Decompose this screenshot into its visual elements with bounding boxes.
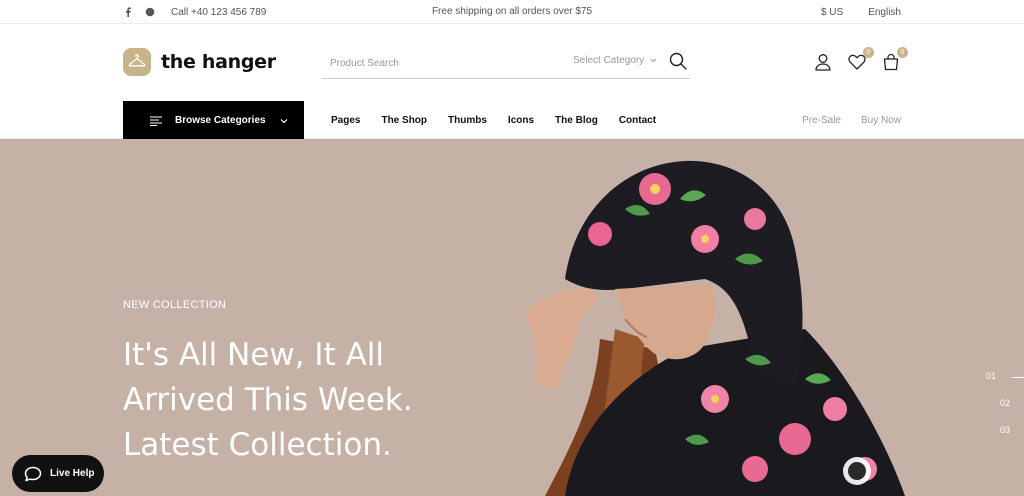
slide-dot-3[interactable]: 03 (964, 425, 1024, 452)
slide-number: 02 (999, 398, 1010, 408)
chevron-down-icon (280, 118, 288, 123)
nav-item-pages[interactable]: Pages (331, 115, 360, 126)
slide-number: 03 (999, 425, 1010, 435)
top-bar-left: Call +40 123 456 789 (123, 0, 266, 24)
hanger-icon (123, 48, 151, 76)
hero-slider: NEW COLLECTION It's All New, It All Arri… (0, 139, 1024, 496)
nav-item-icons[interactable]: Icons (508, 115, 534, 126)
phone-number[interactable]: Call +40 123 456 789 (171, 7, 266, 18)
cart-button[interactable]: 0 (882, 47, 908, 71)
search-bar: Select Category (322, 51, 690, 79)
nav-item-buy-now[interactable]: Buy Now (861, 115, 901, 126)
hero-subtitle: NEW COLLECTION (123, 299, 227, 311)
facebook-icon[interactable] (123, 7, 133, 17)
nav-item-the-shop[interactable]: The Shop (381, 115, 427, 126)
live-help-button[interactable]: Live Help (12, 455, 104, 492)
hero-headline: It's All New, It All Arrived This Week. … (123, 333, 503, 468)
hero-headline-line: It's All New, It All (123, 337, 385, 373)
hero-headline-line: Arrived This Week. (123, 382, 413, 418)
top-bar: Call +40 123 456 789 Free shipping on al… (0, 0, 1024, 24)
browse-categories-label: Browse Categories (175, 115, 266, 126)
account-icon[interactable] (814, 53, 832, 71)
logo[interactable]: the hanger (123, 48, 276, 76)
slide-number: 01 (985, 371, 996, 381)
site-header: the hanger Select Category 0 0 (0, 25, 1024, 101)
currency-selector[interactable]: $ US (821, 7, 843, 18)
secondary-menu: Pre-Sale Buy Now (802, 101, 901, 139)
language-selector[interactable]: English (868, 7, 901, 18)
top-bar-right: $ US English (821, 0, 901, 24)
category-select[interactable]: Select Category (573, 55, 657, 66)
header-actions: 0 0 (814, 47, 908, 71)
menu-icon (150, 116, 162, 126)
nav-item-pre-sale[interactable]: Pre-Sale (802, 115, 841, 126)
live-help-label: Live Help (50, 468, 95, 479)
category-select-label: Select Category (573, 55, 645, 66)
main-navigation: Browse Categories Pages The Shop Thumbs … (0, 101, 1024, 140)
messenger-icon[interactable] (145, 7, 155, 17)
slide-dot-1[interactable]: 01 (964, 371, 1024, 398)
nav-item-the-blog[interactable]: The Blog (555, 115, 598, 126)
cart-count-badge: 0 (897, 47, 908, 58)
wishlist-button[interactable]: 0 (848, 47, 874, 71)
hero-headline-line: Latest Collection. (123, 427, 392, 463)
search-icon[interactable] (669, 52, 687, 70)
wishlist-count-badge: 0 (863, 47, 874, 58)
nav-item-thumbs[interactable]: Thumbs (448, 115, 487, 126)
logo-text: the hanger (161, 51, 276, 73)
primary-menu: Pages The Shop Thumbs Icons The Blog Con… (331, 101, 656, 139)
chat-bubble-icon (24, 466, 42, 481)
shipping-text: Free shipping on all orders over $75 (431, 6, 593, 17)
nav-item-contact[interactable]: Contact (619, 115, 656, 126)
browse-categories-button[interactable]: Browse Categories (123, 101, 304, 140)
slide-pagination: 01 02 03 (964, 371, 1024, 452)
hero-model-image (525, 160, 905, 496)
search-input[interactable] (330, 55, 550, 71)
chevron-down-icon (650, 58, 657, 63)
slide-dot-2[interactable]: 02 (964, 398, 1024, 425)
